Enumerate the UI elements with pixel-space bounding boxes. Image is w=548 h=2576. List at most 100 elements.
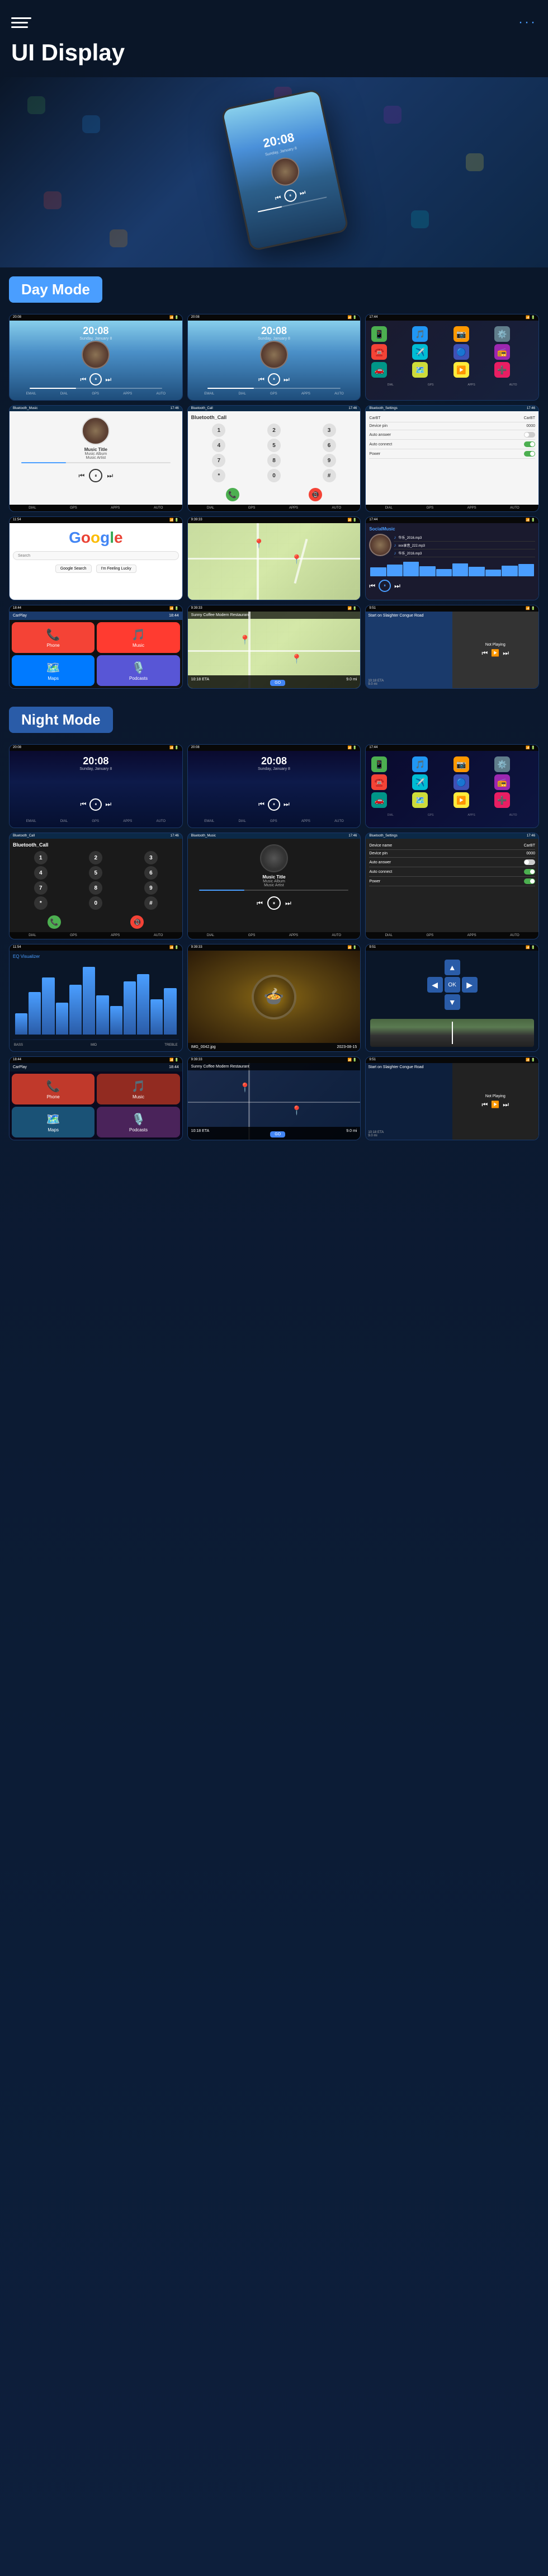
dial-8[interactable]: 8 [267,454,281,467]
night-app-more[interactable]: ➕ [494,792,510,808]
next-btn-2[interactable]: ⏭ [284,375,290,384]
night-mp-controls[interactable]: ⏮ ⏸ ⏭ [257,896,291,910]
google-lucky-btn[interactable]: I'm Feeling Lucky [96,565,136,573]
night-carplay-podcasts[interactable]: 🎙️ Podcasts [97,1107,179,1137]
local-music-item-3[interactable]: ♪ 华乐_2016.mp3 [394,549,535,557]
night-dial-7[interactable]: 7 [34,881,48,895]
arrow-down[interactable]: ▼ [445,994,460,1010]
music-next-icon[interactable]: ⏭ [503,649,509,657]
night-mp-prev[interactable]: ⏮ [257,899,263,908]
night-prev-1[interactable]: ⏮ [81,800,87,808]
app-icon-more[interactable]: ➕ [494,362,510,378]
lm-prev[interactable]: ⏮ [369,582,375,590]
controls-2[interactable]: ⏮ ⏸ ⏭ [258,373,290,386]
carplay-maps-app[interactable]: 🗺️ Maps [12,655,95,686]
night-dial-8[interactable]: 8 [89,881,102,895]
dial-star[interactable]: * [212,469,225,482]
arrow-left[interactable]: ◀ [427,977,443,993]
google-search-input[interactable] [13,551,179,560]
night-prev-2[interactable]: ⏮ [258,800,264,808]
dial-7[interactable]: 7 [212,454,225,467]
app-icon-camera[interactable]: 📷 [453,326,469,342]
app-icon-music[interactable]: 🎵 [412,326,428,342]
app-icon-bt[interactable]: 🔵 [453,344,469,360]
power-toggle[interactable] [524,451,535,457]
night-app-radio[interactable]: 📻 [494,774,510,790]
night-next-1[interactable]: ⏭ [105,800,111,808]
carplay-phone-app[interactable]: 📞 Phone [12,622,95,653]
dial-6[interactable]: 6 [323,439,336,452]
dial-5[interactable]: 5 [267,439,281,452]
night-play-2[interactable]: ⏸ [268,798,280,811]
prev-btn-1[interactable]: ⏮ [81,375,87,384]
app-icon-youtube[interactable]: ▶️ [453,362,469,378]
nav-go-button[interactable]: GO [270,680,285,686]
nav-dots-icon[interactable]: ··· [518,15,537,30]
dial-9[interactable]: 9 [323,454,336,467]
dial-2[interactable]: 2 [267,424,281,437]
app-icon-waze[interactable]: 🗺️ [412,362,428,378]
dial-3[interactable]: 3 [323,424,336,437]
prev-icon[interactable]: ⏮ [274,194,282,203]
night-mp-next[interactable]: ⏭ [285,899,291,908]
night-prev-icon[interactable]: ⏮ [482,1101,488,1109]
night-auto-connect-toggle[interactable] [524,869,535,875]
night-dial-5[interactable]: 5 [89,866,102,880]
night-app-telegram[interactable]: ✈️ [412,774,428,790]
auto-connect-toggle[interactable] [524,441,535,447]
dial-0[interactable]: 0 [267,469,281,482]
night-carplay-music[interactable]: 🎵 Music [97,1074,179,1104]
prev-btn-2[interactable]: ⏮ [258,375,264,384]
night-app-bt[interactable]: 🔵 [453,774,469,790]
night-dial-star[interactable]: * [34,896,48,910]
night-app-youtube[interactable]: ▶️ [453,792,469,808]
night-app-phone[interactable]: 📱 [371,756,387,772]
controls-1[interactable]: ⏮ ⏸ ⏭ [81,373,112,386]
app-icon-radio[interactable]: 📻 [494,344,510,360]
end-call-btn[interactable]: 📵 [309,488,322,501]
night-music-controls[interactable]: ⏮ ▶️ ⏭ [482,1101,509,1109]
night-carplay-maps[interactable]: 🗺️ Maps [12,1107,95,1137]
play-btn-1[interactable]: ⏸ [89,373,102,386]
night-dial-9[interactable]: 9 [144,881,158,895]
night-carplay-phone[interactable]: 📞 Phone [12,1074,95,1104]
app-icon-vehicle[interactable]: 🚗 [371,362,387,378]
next-icon[interactable]: ⏭ [299,188,306,198]
night-dial-3[interactable]: 3 [144,851,158,864]
dial-1[interactable]: 1 [212,424,225,437]
night-dial-6[interactable]: 6 [144,866,158,880]
music-transport-controls[interactable]: ⏮ ▶️ ⏭ [482,649,509,657]
mp-prev[interactable]: ⏮ [79,472,85,480]
music-play-icon[interactable]: ▶️ [491,649,499,657]
call-btn[interactable]: 📞 [226,488,239,501]
night-dial-2[interactable]: 2 [89,851,102,864]
night-nav-go-button[interactable]: GO [270,1131,285,1137]
app-icon-settings[interactable]: ⚙️ [494,326,510,342]
music-prev-icon[interactable]: ⏮ [482,649,488,657]
auto-answer-toggle[interactable] [524,432,535,438]
night-dial-1[interactable]: 1 [34,851,48,864]
app-icon-telegram[interactable]: ✈️ [412,344,428,360]
night-controls-2[interactable]: ⏮ ⏸ ⏭ [258,798,290,811]
app-icon-call[interactable]: ☎️ [371,344,387,360]
night-dial-0[interactable]: 0 [89,896,102,910]
night-next-2[interactable]: ⏭ [284,800,290,808]
night-play-icon[interactable]: ▶️ [491,1101,499,1109]
menu-icon[interactable] [11,11,34,34]
night-next-icon[interactable]: ⏭ [503,1101,509,1109]
app-icon-phone[interactable]: 📱 [371,326,387,342]
night-power-toggle[interactable] [524,878,535,884]
local-music-item-2[interactable]: ♪ xxx录音_222.mp3 [394,542,535,549]
dial-4[interactable]: 4 [212,439,225,452]
night-app-call[interactable]: ☎️ [371,774,387,790]
carplay-music-app[interactable]: 🎵 Music [97,622,179,653]
lm-next[interactable]: ⏭ [394,582,400,590]
night-app-settings[interactable]: ⚙️ [494,756,510,772]
arrow-right[interactable]: ▶ [462,977,478,993]
google-search-btn[interactable]: Google Search [55,565,92,573]
night-call-btn[interactable]: 📞 [48,915,61,929]
arrow-ok[interactable]: OK [445,977,460,993]
lm-play[interactable]: ⏸ [379,580,391,592]
night-app-vehicle[interactable]: 🚗 [371,792,387,808]
next-btn-1[interactable]: ⏭ [105,375,111,384]
